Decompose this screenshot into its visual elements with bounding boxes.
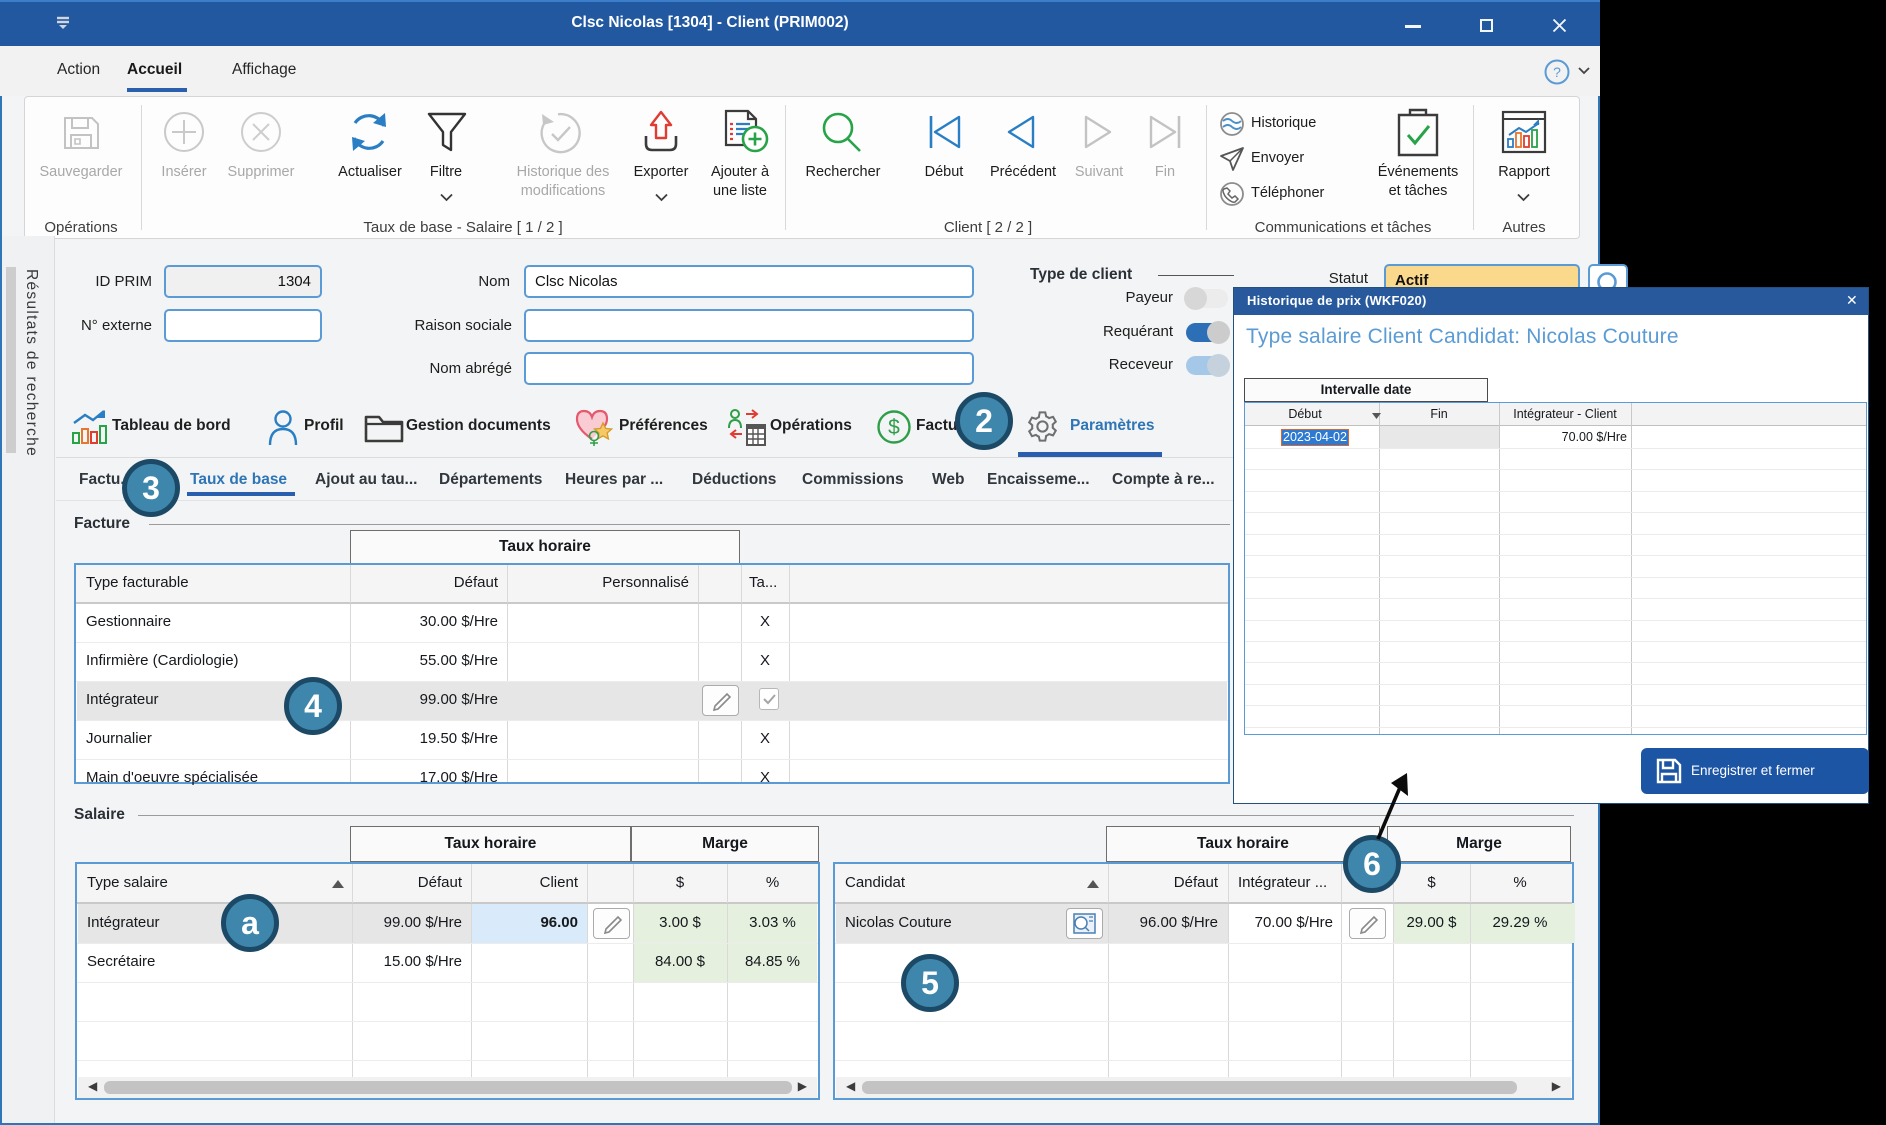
svg-text:?: ? <box>1553 64 1561 80</box>
svg-text:$: $ <box>888 416 900 439</box>
